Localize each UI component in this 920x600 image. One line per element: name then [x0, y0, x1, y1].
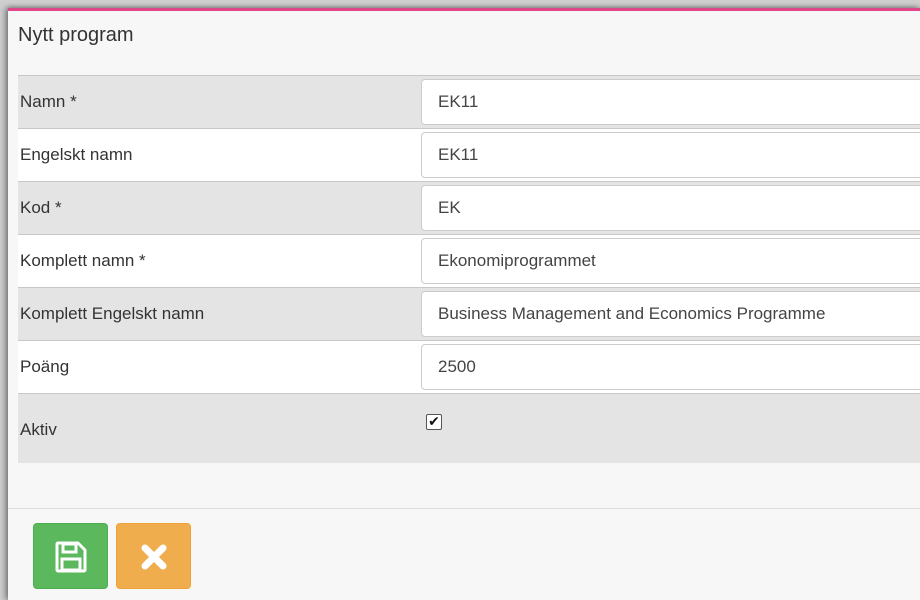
field-row-poang: Poäng 2500	[18, 340, 920, 393]
cancel-button[interactable]	[116, 523, 191, 589]
kod-label: Kod *	[20, 198, 62, 217]
poang-label: Poäng	[20, 357, 70, 376]
komplett-engelskt-namn-label: Komplett Engelskt namn	[20, 304, 205, 323]
footer-divider	[8, 508, 920, 509]
field-row-komplett-namn: Komplett namn * Ekonomiprogrammet	[18, 234, 920, 287]
field-row-namn: Namn * EK11	[18, 75, 920, 128]
namn-label: Namn *	[20, 92, 77, 111]
kod-input[interactable]: EK	[421, 185, 920, 231]
field-row-komplett-engelskt-namn: Komplett Engelskt namn Business Manageme…	[18, 287, 920, 340]
engelskt-namn-input[interactable]: EK11	[421, 132, 920, 178]
dialog-title: Nytt program	[18, 24, 134, 46]
komplett-namn-input[interactable]: Ekonomiprogrammet	[421, 238, 920, 284]
komplett-namn-label: Komplett namn *	[20, 251, 146, 270]
save-icon	[55, 541, 87, 573]
program-form: Namn * EK11 Engelskt namn EK11 Kod * EK …	[18, 75, 920, 463]
field-row-engelskt-namn: Engelskt namn EK11	[18, 128, 920, 181]
poang-input[interactable]: 2500	[421, 344, 920, 390]
engelskt-namn-label: Engelskt namn	[20, 145, 133, 164]
aktiv-label: Aktiv	[20, 420, 57, 439]
komplett-engelskt-namn-input[interactable]: Business Management and Economics Progra…	[421, 291, 920, 337]
aktiv-checkbox[interactable]: ✔	[426, 414, 442, 430]
dialog: Nytt program Namn * EK11 Engelskt namn E…	[8, 8, 920, 600]
save-button[interactable]	[33, 523, 108, 589]
field-row-kod: Kod * EK	[18, 181, 920, 234]
close-icon	[141, 544, 167, 570]
field-row-aktiv: Aktiv ✔	[18, 393, 920, 463]
namn-input[interactable]: EK11	[421, 79, 920, 125]
